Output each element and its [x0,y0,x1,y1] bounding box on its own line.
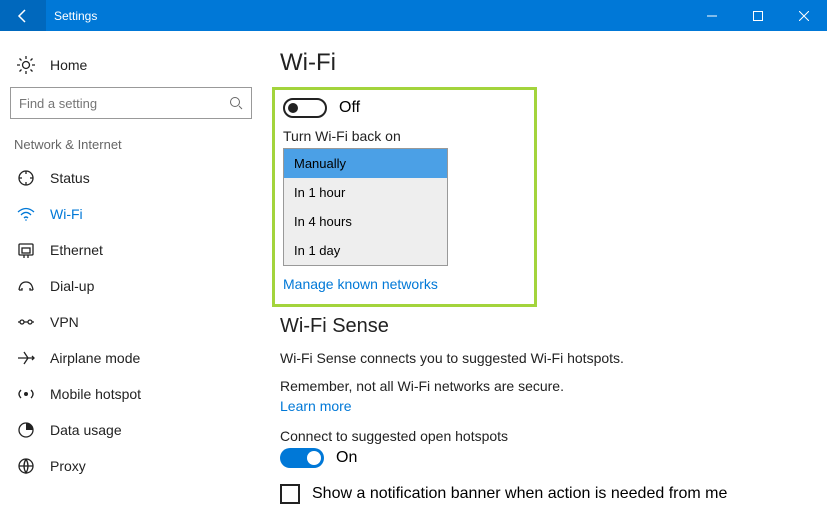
maximize-button[interactable] [735,0,781,31]
titlebar: Settings [0,0,827,31]
notification-checkbox[interactable] [280,484,300,504]
minimize-button[interactable] [689,0,735,31]
learn-more-link[interactable]: Learn more [280,398,807,414]
connect-label: Connect to suggested open hotspots [280,428,807,444]
sidebar-item-proxy[interactable]: Proxy [10,448,252,484]
dropdown-option[interactable]: In 1 hour [284,178,447,207]
sidebar-item-hotspot[interactable]: Mobile hotspot [10,376,252,412]
sidebar-item-label: Proxy [50,458,86,474]
wifi-sense-desc: Wi-Fi Sense connects you to suggested Wi… [280,350,807,366]
sidebar-item-label: Airplane mode [50,350,140,366]
notification-checkbox-label: Show a notification banner when action i… [312,485,727,503]
dropdown-option[interactable]: In 1 day [284,236,447,265]
highlight-box: Off Turn Wi-Fi back on Manually In 1 hou… [272,87,537,307]
connect-toggle[interactable] [280,448,324,468]
maximize-icon [753,11,763,21]
sidebar-item-label: Data usage [50,422,122,438]
wifi-toggle-state: Off [339,99,360,117]
main-content: Wi-Fi Off Turn Wi-Fi back on Manually In… [262,31,827,521]
gear-icon [16,55,36,75]
sidebar-item-label: Ethernet [50,242,103,258]
sidebar-item-label: Status [50,170,90,186]
wifi-icon [16,204,36,224]
window-controls [689,0,827,31]
datausage-icon [16,420,36,440]
sidebar-item-datausage[interactable]: Data usage [10,412,252,448]
connect-toggle-row: On [280,448,807,468]
search-icon [229,96,243,110]
sidebar-item-ethernet[interactable]: Ethernet [10,232,252,268]
window-title: Settings [54,9,689,23]
sidebar-item-airplane[interactable]: Airplane mode [10,340,252,376]
dropdown-option[interactable]: In 4 hours [284,207,447,236]
sidebar-item-label: Dial-up [50,278,94,294]
close-icon [799,11,809,21]
proxy-icon [16,456,36,476]
sidebar-item-vpn[interactable]: VPN [10,304,252,340]
wifi-toggle[interactable] [283,98,327,118]
close-button[interactable] [781,0,827,31]
wifi-sense-heading: Wi-Fi Sense [280,315,807,338]
vpn-icon [16,312,36,332]
dropdown-option[interactable]: Manually [284,149,447,178]
sidebar-home[interactable]: Home [10,45,252,85]
minimize-icon [707,11,717,21]
ethernet-icon [16,240,36,260]
turnback-dropdown[interactable]: Manually In 1 hour In 4 hours In 1 day [283,148,448,266]
sidebar-item-dialup[interactable]: Dial-up [10,268,252,304]
sidebar-category: Network & Internet [14,137,252,152]
sidebar-item-status[interactable]: Status [10,160,252,196]
arrow-left-icon [15,8,31,24]
notification-checkbox-row[interactable]: Show a notification banner when action i… [280,484,807,504]
sidebar: Home Network & Internet Status Wi-Fi Eth… [0,31,262,521]
dialup-icon [16,276,36,296]
sidebar-nav: Status Wi-Fi Ethernet Dial-up VPN Airpla… [10,160,252,484]
status-icon [16,168,36,188]
connect-toggle-state: On [336,449,357,467]
back-button[interactable] [0,0,46,31]
hotspot-icon [16,384,36,404]
wifi-toggle-row: Off [283,98,522,118]
wifi-sense-warning: Remember, not all Wi-Fi networks are sec… [280,378,807,394]
search-box[interactable] [10,87,252,119]
sidebar-item-wifi[interactable]: Wi-Fi [10,196,252,232]
turnback-label: Turn Wi-Fi back on [283,128,522,144]
sidebar-item-label: Mobile hotspot [50,386,141,402]
page-title: Wi-Fi [280,49,807,77]
manage-networks-link[interactable]: Manage known networks [283,276,522,292]
sidebar-item-label: Wi-Fi [50,206,83,222]
search-input[interactable] [19,96,229,111]
sidebar-home-label: Home [50,57,87,73]
airplane-icon [16,348,36,368]
sidebar-item-label: VPN [50,314,79,330]
